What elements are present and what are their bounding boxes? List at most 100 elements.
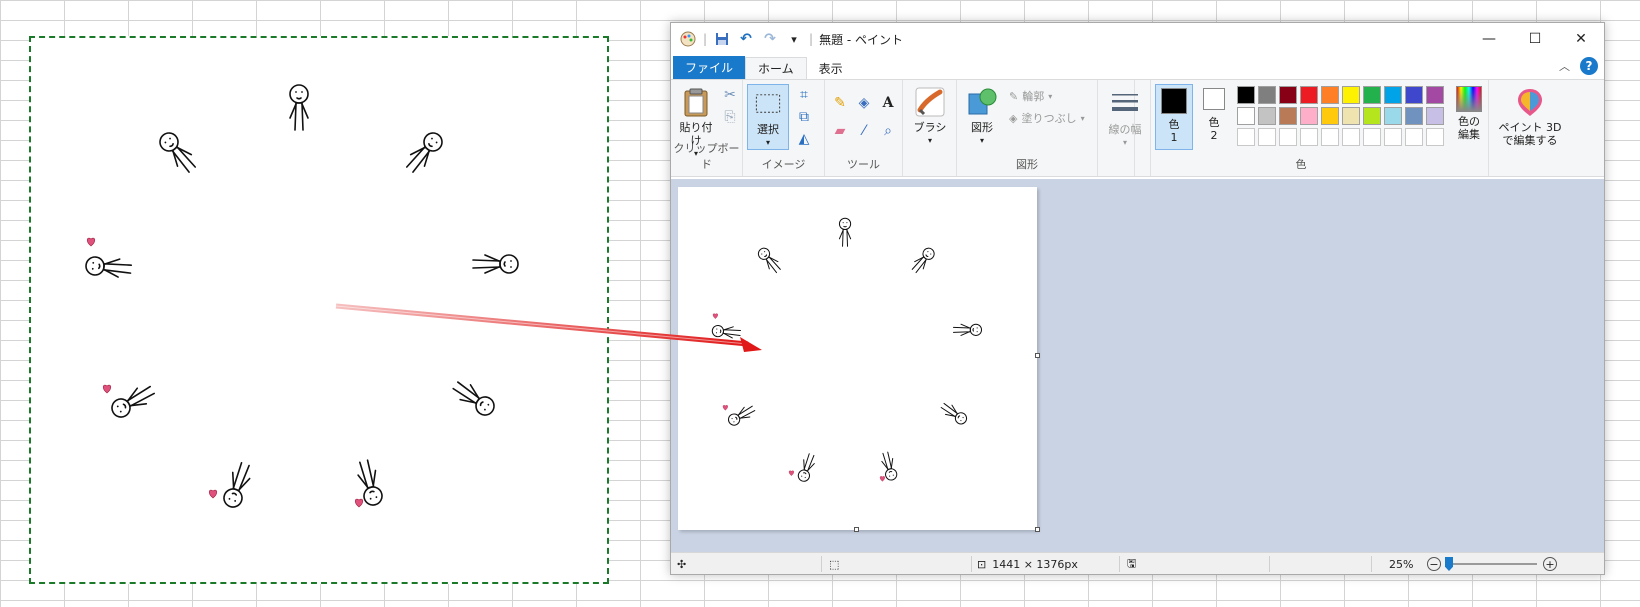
palette-swatch[interactable] (1321, 86, 1339, 104)
resize-handle-right[interactable] (1035, 353, 1040, 358)
palette-swatch[interactable] (1321, 107, 1339, 125)
brush-icon (915, 87, 945, 117)
palette-swatch[interactable] (1279, 86, 1297, 104)
drawing-canvas[interactable] (678, 187, 1037, 530)
palette-swatch[interactable] (1237, 107, 1255, 125)
quick-access-toolbar: | ↶ ↷ ▾ | (671, 30, 813, 48)
eraser-icon[interactable]: ▰ (831, 122, 849, 140)
paint3d-group: ペイント 3D で編集する (1489, 80, 1569, 176)
close-button[interactable]: ✕ (1558, 23, 1604, 55)
ribbon-tabs: ファイル ホーム 表示 ︿ ? (671, 55, 1604, 79)
cursor-position-icon: ✣ (677, 557, 687, 571)
paint-app-icon (679, 30, 697, 48)
palette-swatch-custom[interactable] (1342, 128, 1360, 146)
palette-swatch[interactable] (1405, 86, 1423, 104)
zoom-out-button[interactable]: − (1427, 557, 1441, 571)
palette-swatch-custom[interactable] (1279, 128, 1297, 146)
palette-swatch[interactable] (1405, 107, 1423, 125)
text-icon[interactable]: A (879, 94, 897, 112)
palette-swatch-custom[interactable] (1258, 128, 1276, 146)
outline-button[interactable]: ✎ 輪郭 ▾ (1009, 88, 1052, 104)
size-button[interactable]: 線の幅 ▾ (1104, 88, 1146, 149)
edit-with-paint3d-button[interactable]: ペイント 3D で編集する (1495, 86, 1565, 147)
canvas-workspace[interactable] (671, 179, 1604, 553)
window-title: 無題 - ペイント (819, 32, 904, 47)
palette-swatch-custom[interactable] (1321, 128, 1339, 146)
save-icon[interactable] (713, 30, 731, 48)
fill-button[interactable]: ◈ 塗りつぶし ▾ (1009, 110, 1085, 126)
palette-swatch[interactable] (1342, 107, 1360, 125)
zoom-slider-thumb[interactable] (1445, 557, 1453, 571)
redo-icon[interactable]: ↷ (761, 30, 779, 48)
edit-colors-button[interactable]: 色の 編集 (1453, 86, 1485, 141)
palette-swatch[interactable] (1363, 86, 1381, 104)
palette-swatch-custom[interactable] (1405, 128, 1423, 146)
cut-icon[interactable]: ✂ (721, 86, 739, 104)
zoom-in-button[interactable]: + (1543, 557, 1557, 571)
help-icon[interactable]: ? (1580, 57, 1598, 75)
palette-swatch[interactable] (1300, 107, 1318, 125)
paint-window: | ↶ ↷ ▾ | 無題 - ペイント — ☐ ✕ ファイル ホーム 表示 ︿ … (670, 22, 1605, 575)
resize-icon[interactable]: ⧉ (795, 108, 813, 126)
color1-button[interactable]: 色 1 (1155, 84, 1193, 150)
shapes-group-label: 図形 (1016, 158, 1038, 171)
fill-icon[interactable]: ◈ (855, 94, 873, 112)
crop-icon[interactable]: ⌗ (795, 86, 813, 104)
resize-handle-bottom[interactable] (854, 527, 859, 532)
pencil-icon[interactable]: ✎ (831, 94, 849, 112)
image-group: 選択 ▾ ⌗ ⧉ ◭ イメージ (743, 80, 825, 176)
palette-swatch[interactable] (1363, 107, 1381, 125)
resize-handle-corner[interactable] (1035, 527, 1040, 532)
fill-bucket-icon: ◈ (1009, 111, 1018, 125)
color-picker-icon[interactable]: ⁄ (855, 122, 873, 140)
magnifier-icon[interactable]: ⌕ (879, 122, 897, 140)
undo-icon[interactable]: ↶ (737, 30, 755, 48)
palette-swatch-custom[interactable] (1426, 128, 1444, 146)
tab-file[interactable]: ファイル (673, 56, 746, 79)
palette-swatch[interactable] (1300, 86, 1318, 104)
palette-swatch-custom[interactable] (1237, 128, 1255, 146)
rotate-icon[interactable]: ◭ (795, 130, 813, 148)
clipboard-group: 貼り付け ▾ ✂ ⎘ クリップボード (671, 80, 743, 176)
customize-qat-icon[interactable]: ▾ (785, 30, 803, 48)
palette-swatch[interactable] (1384, 107, 1402, 125)
tab-view[interactable]: 表示 (807, 57, 855, 79)
edit-colors-icon (1456, 86, 1482, 112)
tools-group: ✎ ◈ A ▰ ⁄ ⌕ ツール (825, 80, 903, 176)
maximize-button[interactable]: ☐ (1512, 23, 1558, 55)
copied-image-selection[interactable] (29, 36, 609, 584)
select-button[interactable]: 選択 ▾ (747, 84, 789, 150)
palette-swatch[interactable] (1342, 86, 1360, 104)
qat-separator: | (809, 32, 814, 46)
palette-swatch[interactable] (1384, 86, 1402, 104)
brush-button[interactable]: ブラシ ▾ (909, 86, 951, 147)
clipboard-group-label: クリップボード (673, 142, 740, 171)
palette-swatch[interactable] (1426, 107, 1444, 125)
palette-swatch[interactable] (1258, 107, 1276, 125)
tools-group-label: ツール (847, 158, 880, 171)
pasted-illustration (711, 217, 983, 484)
ribbon-home: 貼り付け ▾ ✂ ⎘ クリップボード 選択 ▾ ⌗ ⧉ ◭ イメージ ✎ ◈ A… (671, 79, 1604, 177)
zoom-slider[interactable] (1445, 563, 1537, 565)
paste-icon (684, 88, 708, 117)
color2-swatch (1203, 88, 1225, 110)
collapse-ribbon-icon[interactable]: ︿ (1559, 58, 1570, 74)
tab-home[interactable]: ホーム (745, 57, 807, 79)
image-group-label: イメージ (761, 158, 806, 171)
palette-swatch-custom[interactable] (1384, 128, 1402, 146)
color2-button[interactable]: 色 2 (1197, 88, 1231, 142)
image-size-icon: ⊡ (977, 557, 987, 571)
select-icon (755, 94, 781, 113)
palette-swatch-custom[interactable] (1300, 128, 1318, 146)
palette-swatch[interactable] (1258, 86, 1276, 104)
palette-swatch-custom[interactable] (1363, 128, 1381, 146)
minimize-button[interactable]: — (1466, 23, 1512, 55)
color1-swatch (1161, 88, 1187, 114)
copy-icon[interactable]: ⎘ (721, 108, 739, 126)
stick-figure-illustration (84, 84, 519, 511)
palette-swatch[interactable] (1237, 86, 1255, 104)
image-size-field: ⊡ 1441 × 1376px (977, 553, 1078, 575)
shapes-button[interactable]: 図形 ▾ (961, 86, 1003, 147)
palette-swatch[interactable] (1279, 107, 1297, 125)
palette-swatch[interactable] (1426, 86, 1444, 104)
